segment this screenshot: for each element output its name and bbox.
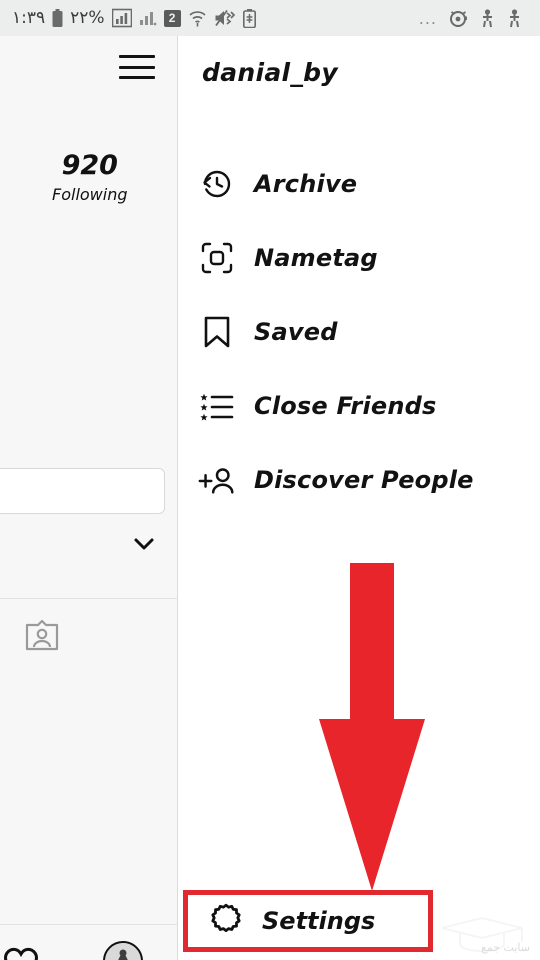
close-friends-star-list-icon	[196, 385, 238, 427]
profile-stats: 00 wers 920 Following	[0, 151, 177, 221]
signal-bars-secondary-icon	[139, 9, 157, 27]
signal-bars-icon	[111, 8, 132, 28]
status-bar: ۱:۳۹ ۲۲% 2 ...	[0, 0, 540, 36]
menu-item-archive[interactable]: Archive	[196, 155, 536, 213]
stat-following[interactable]: 920 Following	[52, 151, 128, 204]
nav-profile-avatar[interactable]	[103, 941, 143, 960]
chevron-down-icon[interactable]	[132, 536, 156, 552]
phone-screen: ۱:۳۹ ۲۲% 2 ... 920 Following danial_by A…	[0, 0, 540, 960]
bottom-navigation-bar	[0, 924, 177, 960]
vibrate-icon	[480, 8, 495, 28]
edit-profile-button[interactable]	[0, 468, 165, 514]
tagged-photos-icon[interactable]	[25, 618, 59, 652]
menu-item-close-friends[interactable]: Close Friends	[196, 377, 536, 435]
menu-item-settings-label: Settings	[262, 907, 376, 935]
stat-following-value: 920	[61, 150, 118, 181]
wifi-icon	[188, 9, 207, 27]
menu-username: danial_by	[202, 58, 338, 87]
hamburger-menu-button[interactable]	[119, 55, 155, 79]
overflow-dots-icon: ...	[418, 8, 437, 28]
vibrate-secondary-icon	[507, 8, 522, 28]
status-bar-right: ...	[419, 8, 528, 28]
menu-item-saved[interactable]: Saved	[196, 303, 536, 361]
hamburger-line	[119, 76, 155, 79]
profile-menu-sheet: danial_by Archive Nametag Saved Close Fr…	[178, 36, 540, 960]
battery-percent-label: ۲۲%	[70, 8, 105, 28]
menu-item-discover-people-label: Discover People	[254, 466, 474, 494]
bookmark-icon	[196, 311, 238, 353]
menu-item-archive-label: Archive	[254, 170, 358, 198]
notification-count-badge: 2	[163, 9, 181, 27]
tab-divider	[0, 598, 177, 599]
menu-item-settings[interactable]: Settings	[183, 890, 433, 952]
watermark-text: سایت جمع	[481, 941, 530, 954]
menu-item-close-friends-label: Close Friends	[254, 392, 437, 420]
nametag-icon	[196, 237, 238, 279]
menu-item-nametag-label: Nametag	[254, 244, 378, 272]
hamburger-line	[119, 65, 155, 69]
discover-people-icon	[196, 459, 238, 501]
menu-item-nametag[interactable]: Nametag	[196, 229, 536, 287]
menu-item-saved-label: Saved	[254, 318, 338, 346]
profile-panel: 00 wers 920 Following	[0, 36, 178, 960]
hamburger-line	[119, 55, 155, 58]
alarm-icon	[449, 9, 468, 28]
battery-saver-icon	[242, 8, 256, 28]
menu-item-discover-people[interactable]: Discover People	[196, 451, 536, 509]
status-bar-left: ۱:۳۹ ۲۲% 2	[12, 8, 256, 28]
archive-clock-icon	[196, 163, 238, 205]
status-bar-clock: ۱:۳۹	[12, 8, 46, 28]
battery-icon	[52, 8, 63, 28]
nav-activity-heart-icon[interactable]	[2, 943, 40, 960]
stat-following-label: Following	[52, 184, 128, 204]
gear-icon	[206, 901, 246, 941]
mute-icon	[214, 9, 236, 27]
